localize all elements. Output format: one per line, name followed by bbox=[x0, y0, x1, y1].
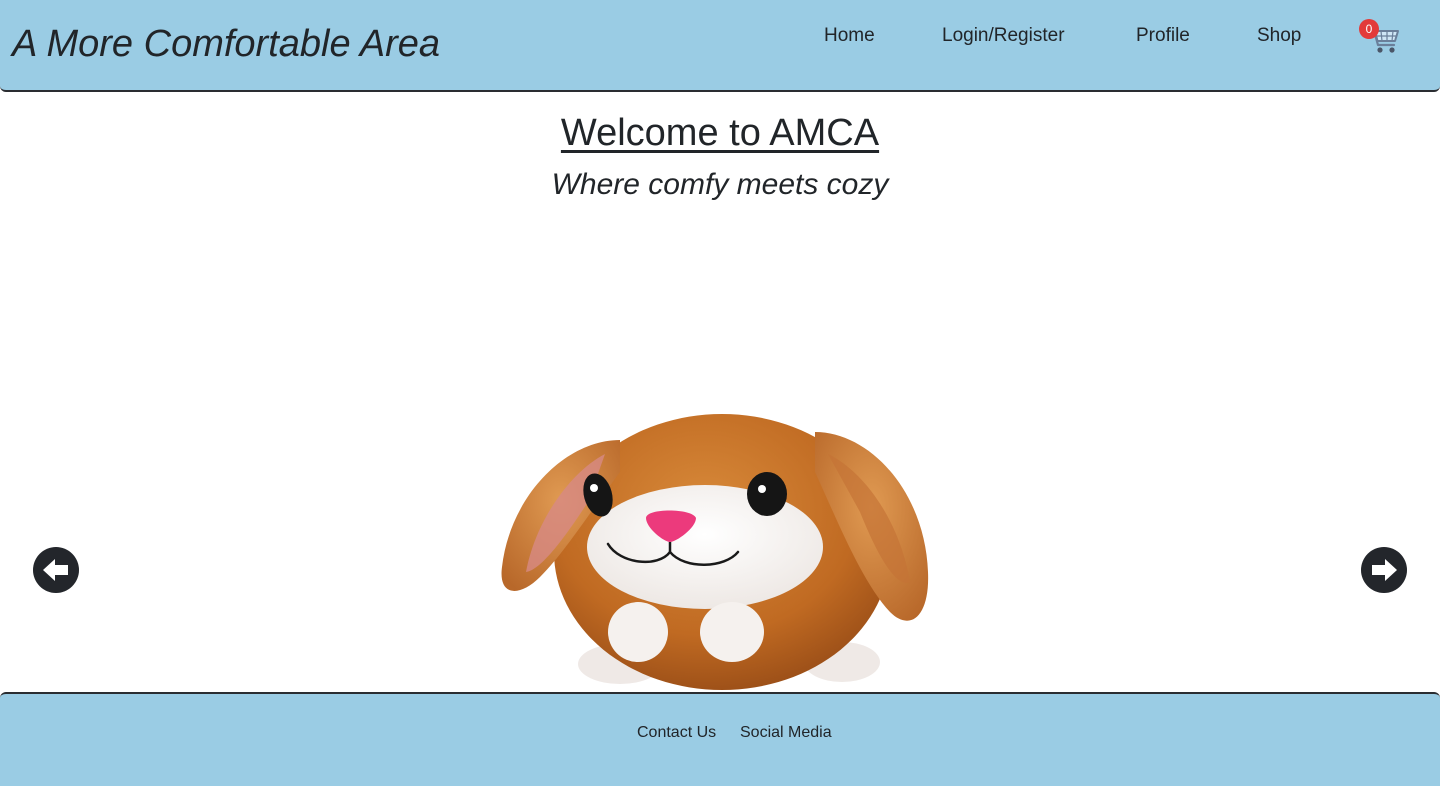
cart-count-badge: 0 bbox=[1359, 19, 1379, 39]
carousel-image-plush-bunny bbox=[501, 414, 929, 690]
page-title: Welcome to AMCA bbox=[560, 112, 880, 154]
nav-login-register-link[interactable]: Login/Register bbox=[942, 24, 1065, 48]
arrow-right-circle-icon bbox=[1372, 559, 1397, 581]
carousel-next-button[interactable] bbox=[1361, 547, 1407, 593]
nav-shop-link[interactable]: Shop bbox=[1257, 24, 1301, 48]
footer: Contact Us Social Media bbox=[0, 692, 1440, 786]
footer-contact-link[interactable]: Contact Us bbox=[637, 723, 716, 743]
nav-home-link[interactable]: Home bbox=[824, 24, 875, 48]
navbar: A More Comfortable Area Home Login/Regis… bbox=[0, 0, 1440, 92]
brand-logo[interactable]: A More Comfortable Area bbox=[12, 21, 440, 67]
page-tagline: Where comfy meets cozy bbox=[551, 168, 889, 201]
nav-profile-link[interactable]: Profile bbox=[1136, 24, 1190, 48]
page: A More Comfortable Area Home Login/Regis… bbox=[0, 0, 1440, 786]
cart-button[interactable]: 0 bbox=[1359, 17, 1402, 57]
carousel-prev-button[interactable] bbox=[33, 547, 79, 593]
footer-social-media-link[interactable]: Social Media bbox=[740, 723, 832, 743]
arrow-left-circle-icon bbox=[43, 559, 68, 581]
